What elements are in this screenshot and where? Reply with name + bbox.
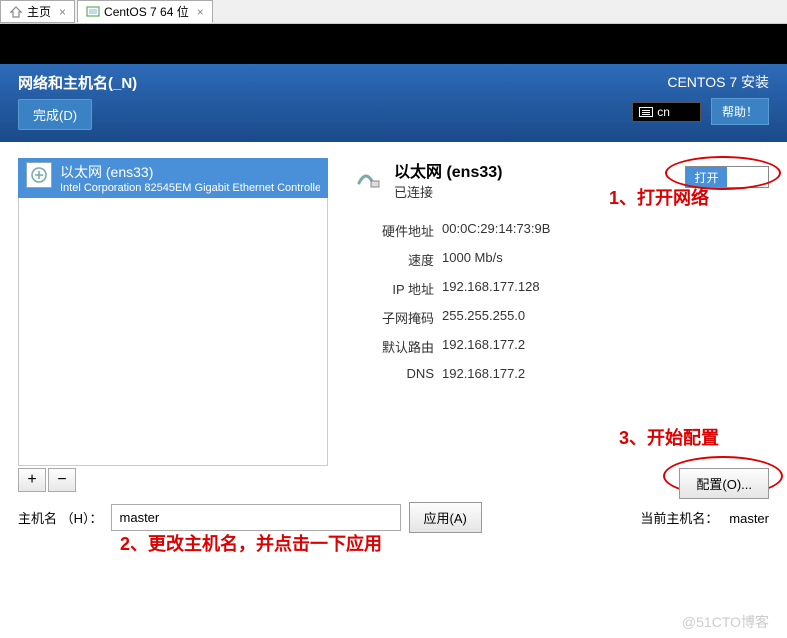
header: 网络和主机名(_N) 完成(D) CENTOS 7 安装 cn 帮助！ xyxy=(0,64,787,142)
connection-title: 以太网 (ens33) xyxy=(394,158,502,182)
help-button[interactable]: 帮助！ xyxy=(711,98,769,125)
home-icon xyxy=(9,5,23,19)
close-icon[interactable]: × xyxy=(197,5,204,19)
device-sidebar: 以太网 (ens33) Intel Corporation 82545EM Gi… xyxy=(18,158,328,492)
footer: 主机名 （H）： 应用(A) 当前主机名： master xyxy=(0,498,787,541)
hw-value: 00:0C:29:14:73:9B xyxy=(442,221,769,240)
device-list-body xyxy=(18,198,328,466)
speed-label: 速度 xyxy=(348,250,434,269)
ethernet-icon xyxy=(26,162,52,188)
dns-label: DNS xyxy=(348,366,434,381)
hw-label: 硬件地址 xyxy=(348,221,434,240)
device-title: 以太网 (ens33) xyxy=(60,162,320,182)
install-title: CENTOS 7 安装 xyxy=(632,72,769,92)
tab-centos[interactable]: CentOS 7 64 位 × xyxy=(77,0,213,23)
ip-value: 192.168.177.128 xyxy=(442,279,769,298)
apply-button[interactable]: 应用(A) xyxy=(409,502,482,533)
dns-value: 192.168.177.2 xyxy=(442,366,769,381)
device-list-item[interactable]: 以太网 (ens33) Intel Corporation 82545EM Gi… xyxy=(18,158,328,198)
hostname-input[interactable] xyxy=(111,504,401,531)
watermark: @51CTO博客 xyxy=(682,612,769,632)
info-grid: 硬件地址 00:0C:29:14:73:9B 速度 1000 Mb/s IP 地… xyxy=(348,221,769,381)
tab-bar: 主页 × CentOS 7 64 位 × xyxy=(0,0,787,24)
close-icon[interactable]: × xyxy=(59,5,66,19)
done-button[interactable]: 完成(D) xyxy=(18,99,92,130)
mask-label: 子网掩码 xyxy=(348,308,434,327)
ethernet-large-icon xyxy=(348,158,384,194)
speed-value: 1000 Mb/s xyxy=(442,250,769,269)
tab-label: CentOS 7 64 位 xyxy=(104,3,189,20)
keyboard-icon xyxy=(639,107,653,117)
toggle-on-label: 打开 xyxy=(686,167,727,187)
tab-home[interactable]: 主页 × xyxy=(0,0,75,23)
main: 以太网 (ens33) Intel Corporation 82545EM Gi… xyxy=(0,142,787,498)
configure-button[interactable]: 配置(O)... xyxy=(679,468,769,499)
device-subtitle: Intel Corporation 82545EM Gigabit Ethern… xyxy=(60,182,320,194)
remove-device-button[interactable]: − xyxy=(48,468,76,492)
tab-label: 主页 xyxy=(27,3,51,20)
details-panel: 以太网 (ens33) 已连接 打开 1、打开网络 硬件地址 00:0C:29:… xyxy=(348,158,769,492)
vm-icon xyxy=(86,5,100,19)
page-title: 网络和主机名(_N) xyxy=(18,72,137,93)
mask-value: 255.255.255.0 xyxy=(442,308,769,327)
ip-label: IP 地址 xyxy=(348,279,434,298)
annotation-text-3: 3、开始配置 xyxy=(619,424,719,450)
connection-status: 已连接 xyxy=(394,182,502,201)
connection-toggle[interactable]: 打开 xyxy=(685,166,769,188)
lang-code: cn xyxy=(657,105,670,119)
keyboard-layout-selector[interactable]: cn xyxy=(632,102,701,122)
title-bar-spacer xyxy=(0,24,787,64)
hostname-label: 主机名 （H）： xyxy=(18,508,103,527)
gateway-label: 默认路由 xyxy=(348,337,434,356)
gateway-value: 192.168.177.2 xyxy=(442,337,769,356)
current-hostname-value: master xyxy=(729,511,769,526)
add-device-button[interactable]: + xyxy=(18,468,46,492)
toggle-handle xyxy=(727,167,768,187)
current-hostname-label: 当前主机名： xyxy=(640,511,718,526)
